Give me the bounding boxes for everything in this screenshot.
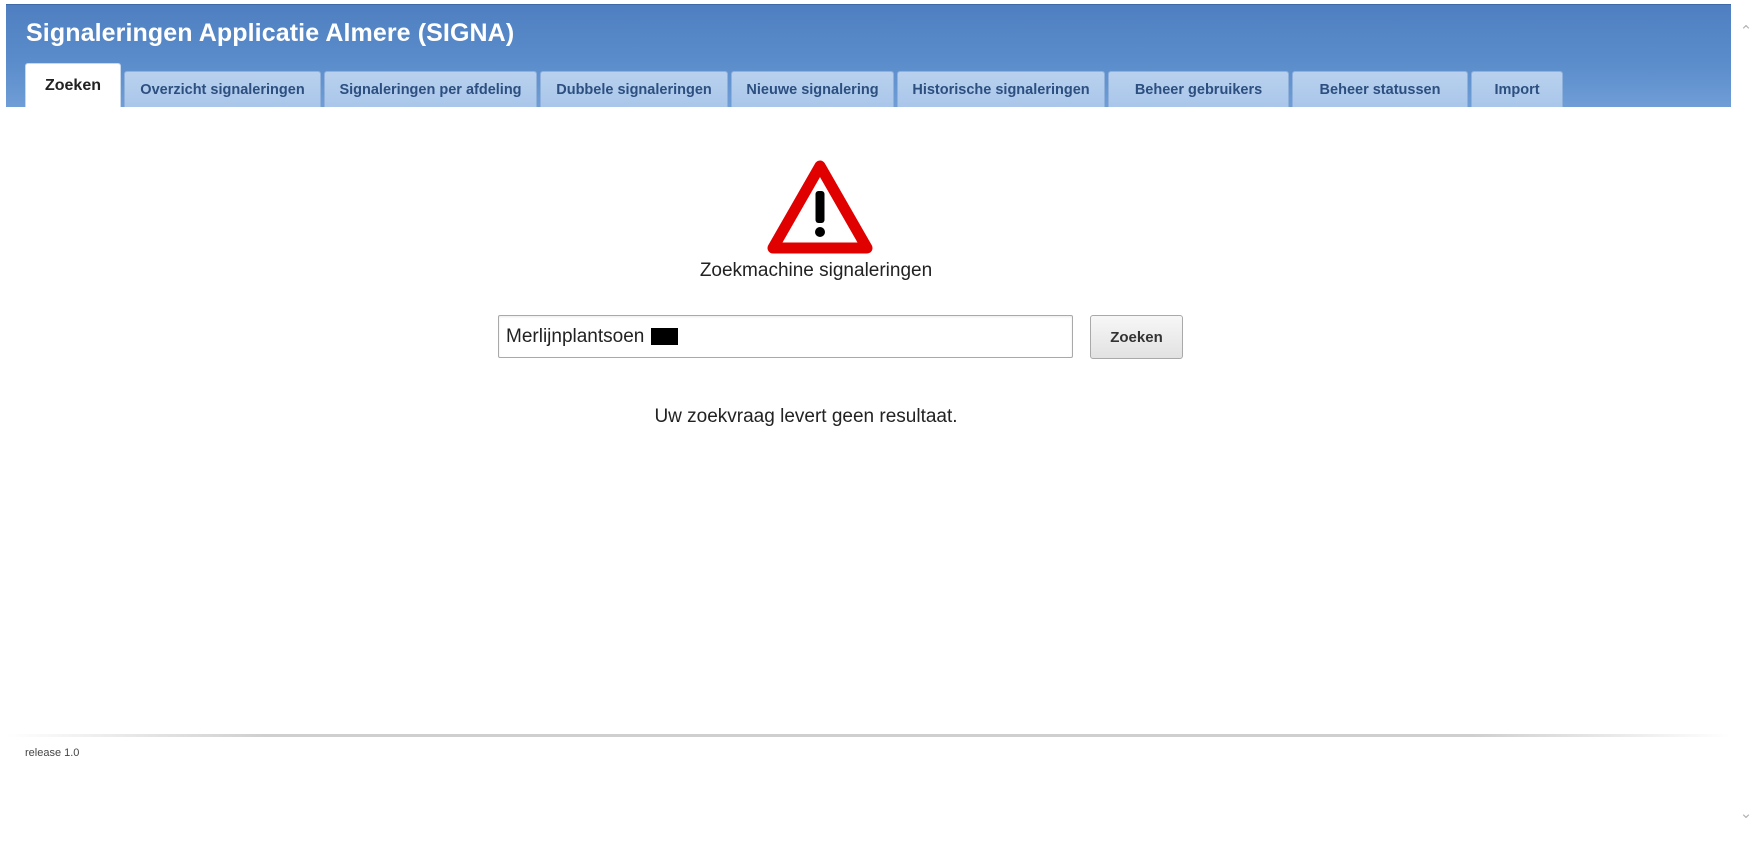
tab-dubbele-signaleringen[interactable]: Dubbele signaleringen xyxy=(540,71,728,107)
tab-import[interactable]: Import xyxy=(1471,71,1563,107)
no-result-message: Uw zoekvraag levert geen resultaat. xyxy=(654,406,958,427)
tab-signaleringen-per-afdeling[interactable]: Signaleringen per afdeling xyxy=(324,71,537,107)
tab-historische-signaleringen[interactable]: Historische signaleringen xyxy=(897,71,1105,107)
search-title: Zoekmachine signaleringen xyxy=(699,260,933,281)
release-label: release 1.0 xyxy=(25,747,80,759)
app-window: Signaleringen Applicatie Almere (SIGNA) … xyxy=(0,0,1761,853)
chevron-up-icon[interactable]: ⌃ xyxy=(1738,24,1754,40)
search-button[interactable]: Zoeken xyxy=(1090,315,1183,359)
main-content: Zoekmachine signaleringen Merlijnplantso… xyxy=(6,106,1731,726)
footer-divider xyxy=(6,734,1731,737)
warning-triangle-icon xyxy=(767,160,873,254)
redaction-box xyxy=(651,328,679,345)
tab-beheer-statussen[interactable]: Beheer statussen xyxy=(1292,71,1468,107)
search-input-value: Merlijnplantsoen xyxy=(506,325,645,347)
search-input[interactable]: Merlijnplantsoen xyxy=(498,315,1073,358)
app-header: Signaleringen Applicatie Almere (SIGNA) … xyxy=(6,4,1731,107)
chevron-down-icon[interactable]: ⌄ xyxy=(1738,806,1754,822)
tab-nieuwe-signalering[interactable]: Nieuwe signalering xyxy=(731,71,894,107)
app-title: Signaleringen Applicatie Almere (SIGNA) xyxy=(26,19,515,47)
tab-overzicht-signaleringen[interactable]: Overzicht signaleringen xyxy=(124,71,321,107)
vertical-scrollbar[interactable]: ⌃ ⌄ xyxy=(1731,0,1761,853)
tab-beheer-gebruikers[interactable]: Beheer gebruikers xyxy=(1108,71,1289,107)
tab-bar: Zoeken Overzicht signaleringen Signaleri… xyxy=(25,63,1566,107)
tab-zoeken[interactable]: Zoeken xyxy=(25,63,121,107)
